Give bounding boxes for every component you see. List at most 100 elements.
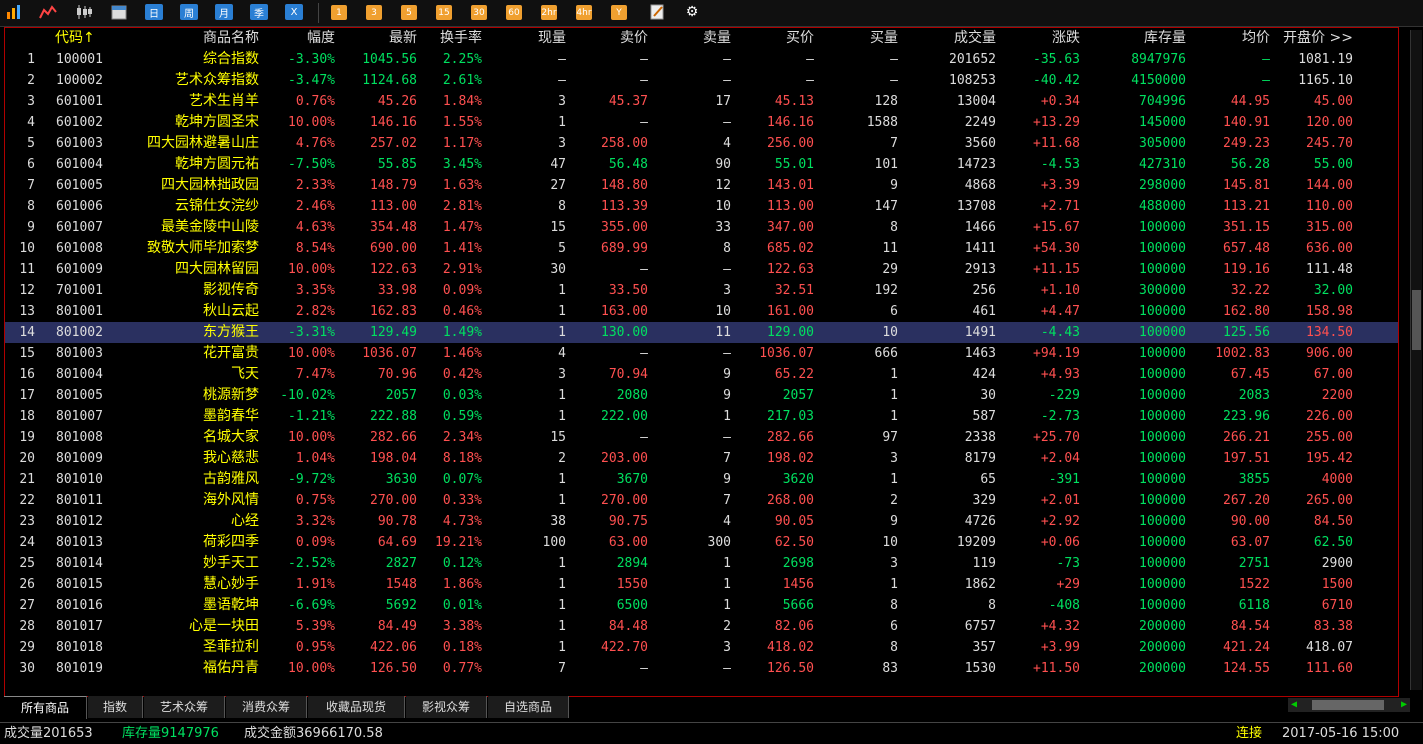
cell-ask: 689.99 — [601, 241, 648, 256]
table-row[interactable]: 23 801012 心经 3.32% 90.78 4.73% 38 90.75 4 90.05 9 4… — [5, 511, 1398, 532]
ask-header[interactable]: 卖价 — [620, 28, 648, 49]
period-x-button[interactable]: X — [285, 4, 303, 20]
cell-latest: 257.02 — [370, 136, 417, 151]
period-quarter-button[interactable]: 季 — [250, 4, 268, 20]
table-row[interactable]: 8 601006 云锦仕女浣纱 2.46% 113.00 2.81% 8 113.39 10 11… — [5, 196, 1398, 217]
tab-watchlist[interactable]: 自选商品 — [488, 696, 569, 718]
cell-bid: — — [806, 73, 814, 88]
table-row[interactable]: 7 601005 四大园林拙政园 2.33% 148.79 1.63% 27 148.80 12… — [5, 175, 1398, 196]
cell-index: 4 — [27, 115, 35, 130]
cell-ask-vol: 90 — [715, 157, 731, 172]
period-day-button[interactable]: 日 — [145, 4, 163, 20]
table-row[interactable]: 16 801004 飞天 7.47% 70.96 0.42% 3 70.94 9 65.22 1 42… — [5, 364, 1398, 385]
tab-consumer-crowdfunding[interactable]: 消费众筹 — [226, 696, 307, 718]
table-row[interactable]: 17 801005 桃源新梦 -10.02% 2057 0.03% 1 2080 9 2057 1 3… — [5, 385, 1398, 406]
minute-5-button[interactable]: 5 — [401, 5, 417, 20]
table-row[interactable]: 22 801011 海外风情 0.75% 270.00 0.33% 1 270.00 7 268.… — [5, 490, 1398, 511]
ask-vol-header[interactable]: 卖量 — [703, 28, 731, 49]
cell-volume: 424 — [972, 367, 996, 382]
cell-index: 23 — [19, 514, 35, 529]
table-row[interactable]: 27 801016 墨语乾坤 -6.69% 5692 0.01% 1 6500 1 5666 8 8 -… — [5, 595, 1398, 616]
table-row[interactable]: 12 701001 影视传奇 3.35% 33.98 0.09% 1 33.50 3 32.51 1… — [5, 280, 1398, 301]
tab-index[interactable]: 指数 — [88, 696, 143, 718]
period-month-button[interactable]: 月 — [215, 4, 233, 20]
code-header[interactable]: 代码↑ — [55, 28, 95, 49]
table-row[interactable]: 21 801010 古韵雅风 -9.72% 3630 0.07% 1 3670 9 3620 1 65… — [5, 469, 1398, 490]
cell-name: 心经 — [231, 513, 259, 529]
horizontal-scrollbar[interactable]: ◀ ▶ — [1288, 698, 1410, 712]
gear-icon[interactable]: ⚙ — [680, 1, 704, 23]
scroll-right-icon[interactable]: ▶ — [1401, 698, 1407, 712]
note-icon[interactable] — [645, 1, 669, 23]
scroll-left-icon[interactable]: ◀ — [1291, 698, 1297, 712]
calendar-icon[interactable] — [107, 1, 131, 23]
table-row[interactable]: 10 601008 致敬大师毕加索梦 8.54% 690.00 1.41% 5 689.99 8… — [5, 238, 1398, 259]
minute-1-button[interactable]: 1 — [331, 5, 347, 20]
period-week-button[interactable]: 周 — [180, 4, 198, 20]
stock-header[interactable]: 库存量 — [1144, 28, 1186, 49]
tab-all-products[interactable]: 所有商品 — [4, 696, 87, 719]
table-row[interactable]: 24 801013 荷彩四季 0.09% 64.69 19.21% 100 63.00 300 6… — [5, 532, 1398, 553]
table-row[interactable]: 2 100002 艺术众筹指数 -3.47% 1124.68 2.61% — — — — — 1082… — [5, 70, 1398, 91]
vertical-scrollbar-thumb[interactable] — [1412, 290, 1421, 350]
table-row[interactable]: 18 801007 墨韵春华 -1.21% 222.88 0.59% 1 222.00 1 217… — [5, 406, 1398, 427]
amplitude-header[interactable]: 幅度 — [307, 28, 335, 49]
table-row[interactable]: 14 801002 东方猴王 -3.31% 129.49 1.49% 1 130.00 11 12… — [5, 322, 1398, 343]
latest-header[interactable]: 最新 — [389, 28, 417, 49]
tab-collectibles-spot[interactable]: 收藏品现货 — [308, 696, 405, 718]
cell-ask-vol: 4 — [723, 136, 731, 151]
table-row[interactable]: 6 601004 乾坤方圆元祐 -7.50% 55.85 3.45% 47 56.48 90 55… — [5, 154, 1398, 175]
table-row[interactable]: 30 801019 福佑丹青 10.00% 126.50 0.77% 7 — — 126.50 83… — [5, 658, 1398, 679]
bid-vol-header[interactable]: 买量 — [870, 28, 898, 49]
cell-name: 云锦仕女浣纱 — [175, 198, 259, 214]
cell-code: 801012 — [56, 514, 103, 529]
table-row[interactable]: 29 801018 圣菲拉利 0.95% 422.06 0.18% 1 422.70 3 418.… — [5, 637, 1398, 658]
vertical-scrollbar[interactable] — [1410, 30, 1422, 690]
avg-header[interactable]: 均价 — [1242, 28, 1270, 49]
tab-art-crowdfunding[interactable]: 艺术众筹 — [144, 696, 225, 718]
minute-15-button[interactable]: 15 — [436, 5, 452, 20]
cell-change: -4.53 — [1040, 157, 1080, 172]
cell-change: +2.71 — [1040, 199, 1080, 214]
table-row[interactable]: 25 801014 妙手天工 -2.52% 2827 0.12% 1 2894 1 2698 3 11… — [5, 553, 1398, 574]
table-row[interactable]: 1 100001 综合指数 -3.30% 1045.56 2.25% — — — — — 201652… — [5, 49, 1398, 70]
minute-60-button[interactable]: 60 — [506, 5, 522, 20]
table-row[interactable]: 28 801017 心是一块田 5.39% 84.49 3.38% 1 84.48 2 82.06… — [5, 616, 1398, 637]
tab-film-crowdfunding[interactable]: 影视众筹 — [406, 696, 487, 718]
open-header[interactable]: 开盘价 >> — [1283, 28, 1353, 49]
table-row[interactable]: 3 601001 艺术生肖羊 0.76% 45.26 1.84% 3 45.37 17 45.13… — [5, 91, 1398, 112]
name-header[interactable]: 商品名称 — [203, 28, 259, 49]
cell-turnover: 2.25% — [442, 52, 482, 67]
table-row[interactable]: 20 801009 我心慈悲 1.04% 198.04 8.18% 2 203.00 7 198.… — [5, 448, 1398, 469]
cell-stock: 100000 — [1139, 220, 1186, 235]
candlestick-icon[interactable] — [72, 1, 96, 23]
line-chart-icon[interactable] — [36, 1, 60, 23]
bar-chart-icon[interactable] — [2, 1, 26, 23]
year-button[interactable]: Y — [611, 5, 627, 20]
hour-4-button[interactable]: 4hr — [576, 5, 592, 20]
hour-2-button[interactable]: 2hr — [541, 5, 557, 20]
volume-header[interactable]: 成交量 — [954, 28, 996, 49]
minute-3-button[interactable]: 3 — [366, 5, 382, 20]
table-row[interactable]: 9 601007 最美金陵中山陵 4.63% 354.48 1.47% 15 355.00 33… — [5, 217, 1398, 238]
turnover-header[interactable]: 换手率 — [440, 28, 482, 49]
table-row[interactable]: 26 801015 慧心妙手 1.91% 1548 1.86% 1 1550 1 1456 1 186… — [5, 574, 1398, 595]
table-row[interactable]: 5 601003 四大园林避暑山庄 4.76% 257.02 1.17% 3 258.00 4 2… — [5, 133, 1398, 154]
status-connection: 连接 — [1236, 726, 1263, 741]
minute-30-button[interactable]: 30 — [471, 5, 487, 20]
table-row[interactable]: 13 801001 秋山云起 2.82% 162.83 0.46% 1 163.00 10 161… — [5, 301, 1398, 322]
table-row[interactable]: 11 601009 四大园林留园 10.00% 122.63 2.91% 30 — — 122.6… — [5, 259, 1398, 280]
bid-header[interactable]: 买价 — [786, 28, 814, 49]
table-row[interactable]: 15 801003 花开富贵 10.00% 1036.07 1.46% 4 — — 1036.07… — [5, 343, 1398, 364]
change-header[interactable]: 涨跌 — [1052, 28, 1080, 49]
cell-bid-vol: 3 — [890, 451, 898, 466]
cell-bid: 5666 — [782, 598, 814, 613]
cell-bid: 685.02 — [767, 241, 814, 256]
current-vol-header[interactable]: 现量 — [538, 28, 566, 49]
cell-turnover: 0.07% — [442, 472, 482, 487]
cell-latest: 198.04 — [370, 451, 417, 466]
horizontal-scrollbar-thumb[interactable] — [1312, 700, 1384, 710]
cell-latest: 129.49 — [370, 325, 417, 340]
table-row[interactable]: 4 601002 乾坤方圆圣宋 10.00% 146.16 1.55% 1 — — 146.16 1… — [5, 112, 1398, 133]
table-row[interactable]: 19 801008 名城大家 10.00% 282.66 2.34% 15 — — 282.66 9… — [5, 427, 1398, 448]
